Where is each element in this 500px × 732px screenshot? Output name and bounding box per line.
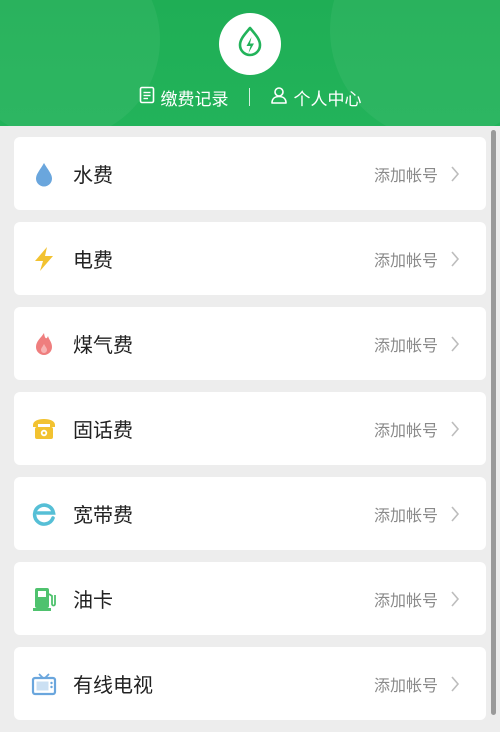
list-item-broadband[interactable]: 宽带费 添加帐号 — [14, 477, 486, 550]
add-account-text: 添加帐号 — [373, 420, 438, 440]
lightning-drop-logo-icon — [234, 25, 266, 63]
lightning-icon — [31, 246, 57, 272]
receipt-icon — [139, 86, 155, 109]
list-item-cable-tv[interactable]: 有线电视 添加帐号 — [14, 647, 486, 720]
list-item-landline[interactable]: 固话费 添加帐号 — [14, 392, 486, 465]
chevron-right-icon — [448, 164, 462, 184]
add-account-text: 添加帐号 — [373, 335, 438, 355]
header-nav: 缴费记录 个人中心 — [0, 82, 500, 112]
list-item-gas[interactable]: 煤气费 添加帐号 — [14, 307, 486, 380]
list-item-label: 煤气费 — [73, 333, 133, 357]
telephone-icon — [31, 416, 57, 442]
payment-records-link[interactable]: 缴费记录 — [139, 85, 229, 110]
list-item-label: 固话费 — [73, 418, 133, 442]
chevron-right-icon — [448, 334, 462, 354]
personal-center-label: 个人中心 — [293, 89, 362, 110]
list-item-label: 宽带费 — [73, 503, 133, 527]
payment-records-label: 缴费记录 — [160, 89, 229, 110]
user-icon — [270, 86, 288, 109]
add-account-text: 添加帐号 — [373, 590, 438, 610]
list-item-electricity[interactable]: 电费 添加帐号 — [14, 222, 486, 295]
list-item-label: 有线电视 — [73, 673, 153, 697]
list-item-label: 油卡 — [73, 588, 113, 612]
header: 缴费记录 个人中心 — [0, 0, 500, 126]
personal-center-link[interactable]: 个人中心 — [270, 85, 362, 110]
flame-icon — [31, 331, 57, 357]
chevron-right-icon — [448, 419, 462, 439]
header-divider — [248, 88, 250, 106]
chevron-right-icon — [448, 589, 462, 609]
list-item-fuel-card[interactable]: 油卡 添加帐号 — [14, 562, 486, 635]
add-account-text: 添加帐号 — [373, 675, 438, 695]
add-account-text: 添加帐号 — [373, 250, 438, 270]
bill-type-list: 水费 添加帐号 电费 添加帐号 煤气费 添加帐号 固话费 添加帐号 宽带费 添加… — [14, 137, 486, 732]
tv-icon — [31, 671, 57, 697]
fuel-pump-icon — [31, 586, 57, 612]
chevron-right-icon — [448, 674, 462, 694]
water-drop-icon — [31, 161, 57, 187]
app-logo — [219, 13, 281, 75]
chevron-right-icon — [448, 249, 462, 269]
list-item-water[interactable]: 水费 添加帐号 — [14, 137, 486, 210]
internet-e-icon — [31, 501, 57, 527]
chevron-right-icon — [448, 504, 462, 524]
list-item-label: 电费 — [73, 248, 113, 272]
list-item-label: 水费 — [73, 163, 113, 187]
add-account-text: 添加帐号 — [373, 165, 438, 185]
scrollbar[interactable] — [491, 130, 496, 715]
add-account-text: 添加帐号 — [373, 505, 438, 525]
